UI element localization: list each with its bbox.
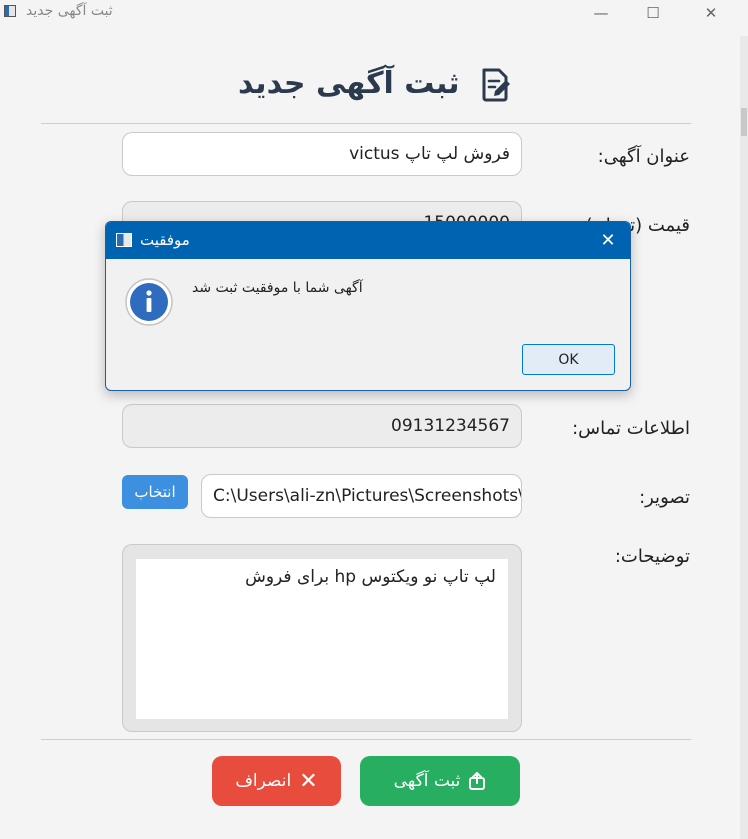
- edit-document-icon: [482, 68, 511, 101]
- window-titlebar: ثبت آگهی جدید — ☐ ✕: [0, 0, 748, 26]
- dialog-app-icon: [116, 233, 132, 247]
- title-field[interactable]: فروش لپ تاپ victus: [122, 132, 522, 176]
- scrollbar-thumb[interactable]: [741, 108, 747, 136]
- success-dialog: موفقیت ✕ آگهی شما با موفقیت ثبت شد OK: [105, 221, 631, 391]
- description-label: توضیحات:: [614, 546, 690, 567]
- cancel-label: انصراف: [235, 771, 292, 791]
- dialog-message: آگهی شما با موفقیت ثبت شد: [192, 280, 363, 296]
- close-window-button[interactable]: ✕: [688, 0, 734, 26]
- dialog-close-button[interactable]: ✕: [594, 228, 622, 252]
- cancel-button[interactable]: ✕ انصراف: [212, 756, 341, 806]
- close-icon: ✕: [299, 768, 318, 794]
- upload-icon: [469, 772, 486, 790]
- dialog-title: موفقیت: [140, 231, 190, 249]
- title-label: عنوان آگهی:: [597, 146, 690, 167]
- window-title: ثبت آگهی جدید: [26, 3, 113, 19]
- description-textarea[interactable]: لپ تاپ نو ویکتوس hp برای فروش: [136, 559, 508, 719]
- page-title-text: ثبت آگهی جدید: [237, 66, 460, 101]
- ok-button[interactable]: OK: [522, 344, 615, 375]
- info-icon: [125, 278, 173, 326]
- maximize-button[interactable]: ☐: [630, 0, 676, 26]
- page-title: ثبت آگهی جدید: [0, 66, 748, 102]
- submit-ad-label: ثبت آگهی: [393, 771, 461, 791]
- image-label: تصویر:: [639, 487, 690, 508]
- app-icon: [4, 5, 16, 17]
- contact-label: اطلاعات تماس:: [572, 418, 690, 439]
- contact-field[interactable]: 09131234567: [122, 404, 522, 448]
- scrollbar[interactable]: [740, 36, 748, 839]
- image-path-field[interactable]: C:\Users\ali-zn\Pictures\Screenshots\Scr…: [201, 474, 522, 518]
- choose-image-button[interactable]: انتخاب: [122, 475, 188, 509]
- description-container: لپ تاپ نو ویکتوس hp برای فروش: [122, 544, 522, 732]
- divider-bottom: [41, 739, 691, 740]
- minimize-button[interactable]: —: [578, 0, 624, 26]
- divider-top: [41, 123, 691, 124]
- dialog-titlebar: موفقیت ✕: [106, 222, 630, 259]
- submit-ad-button[interactable]: ثبت آگهی: [360, 756, 520, 806]
